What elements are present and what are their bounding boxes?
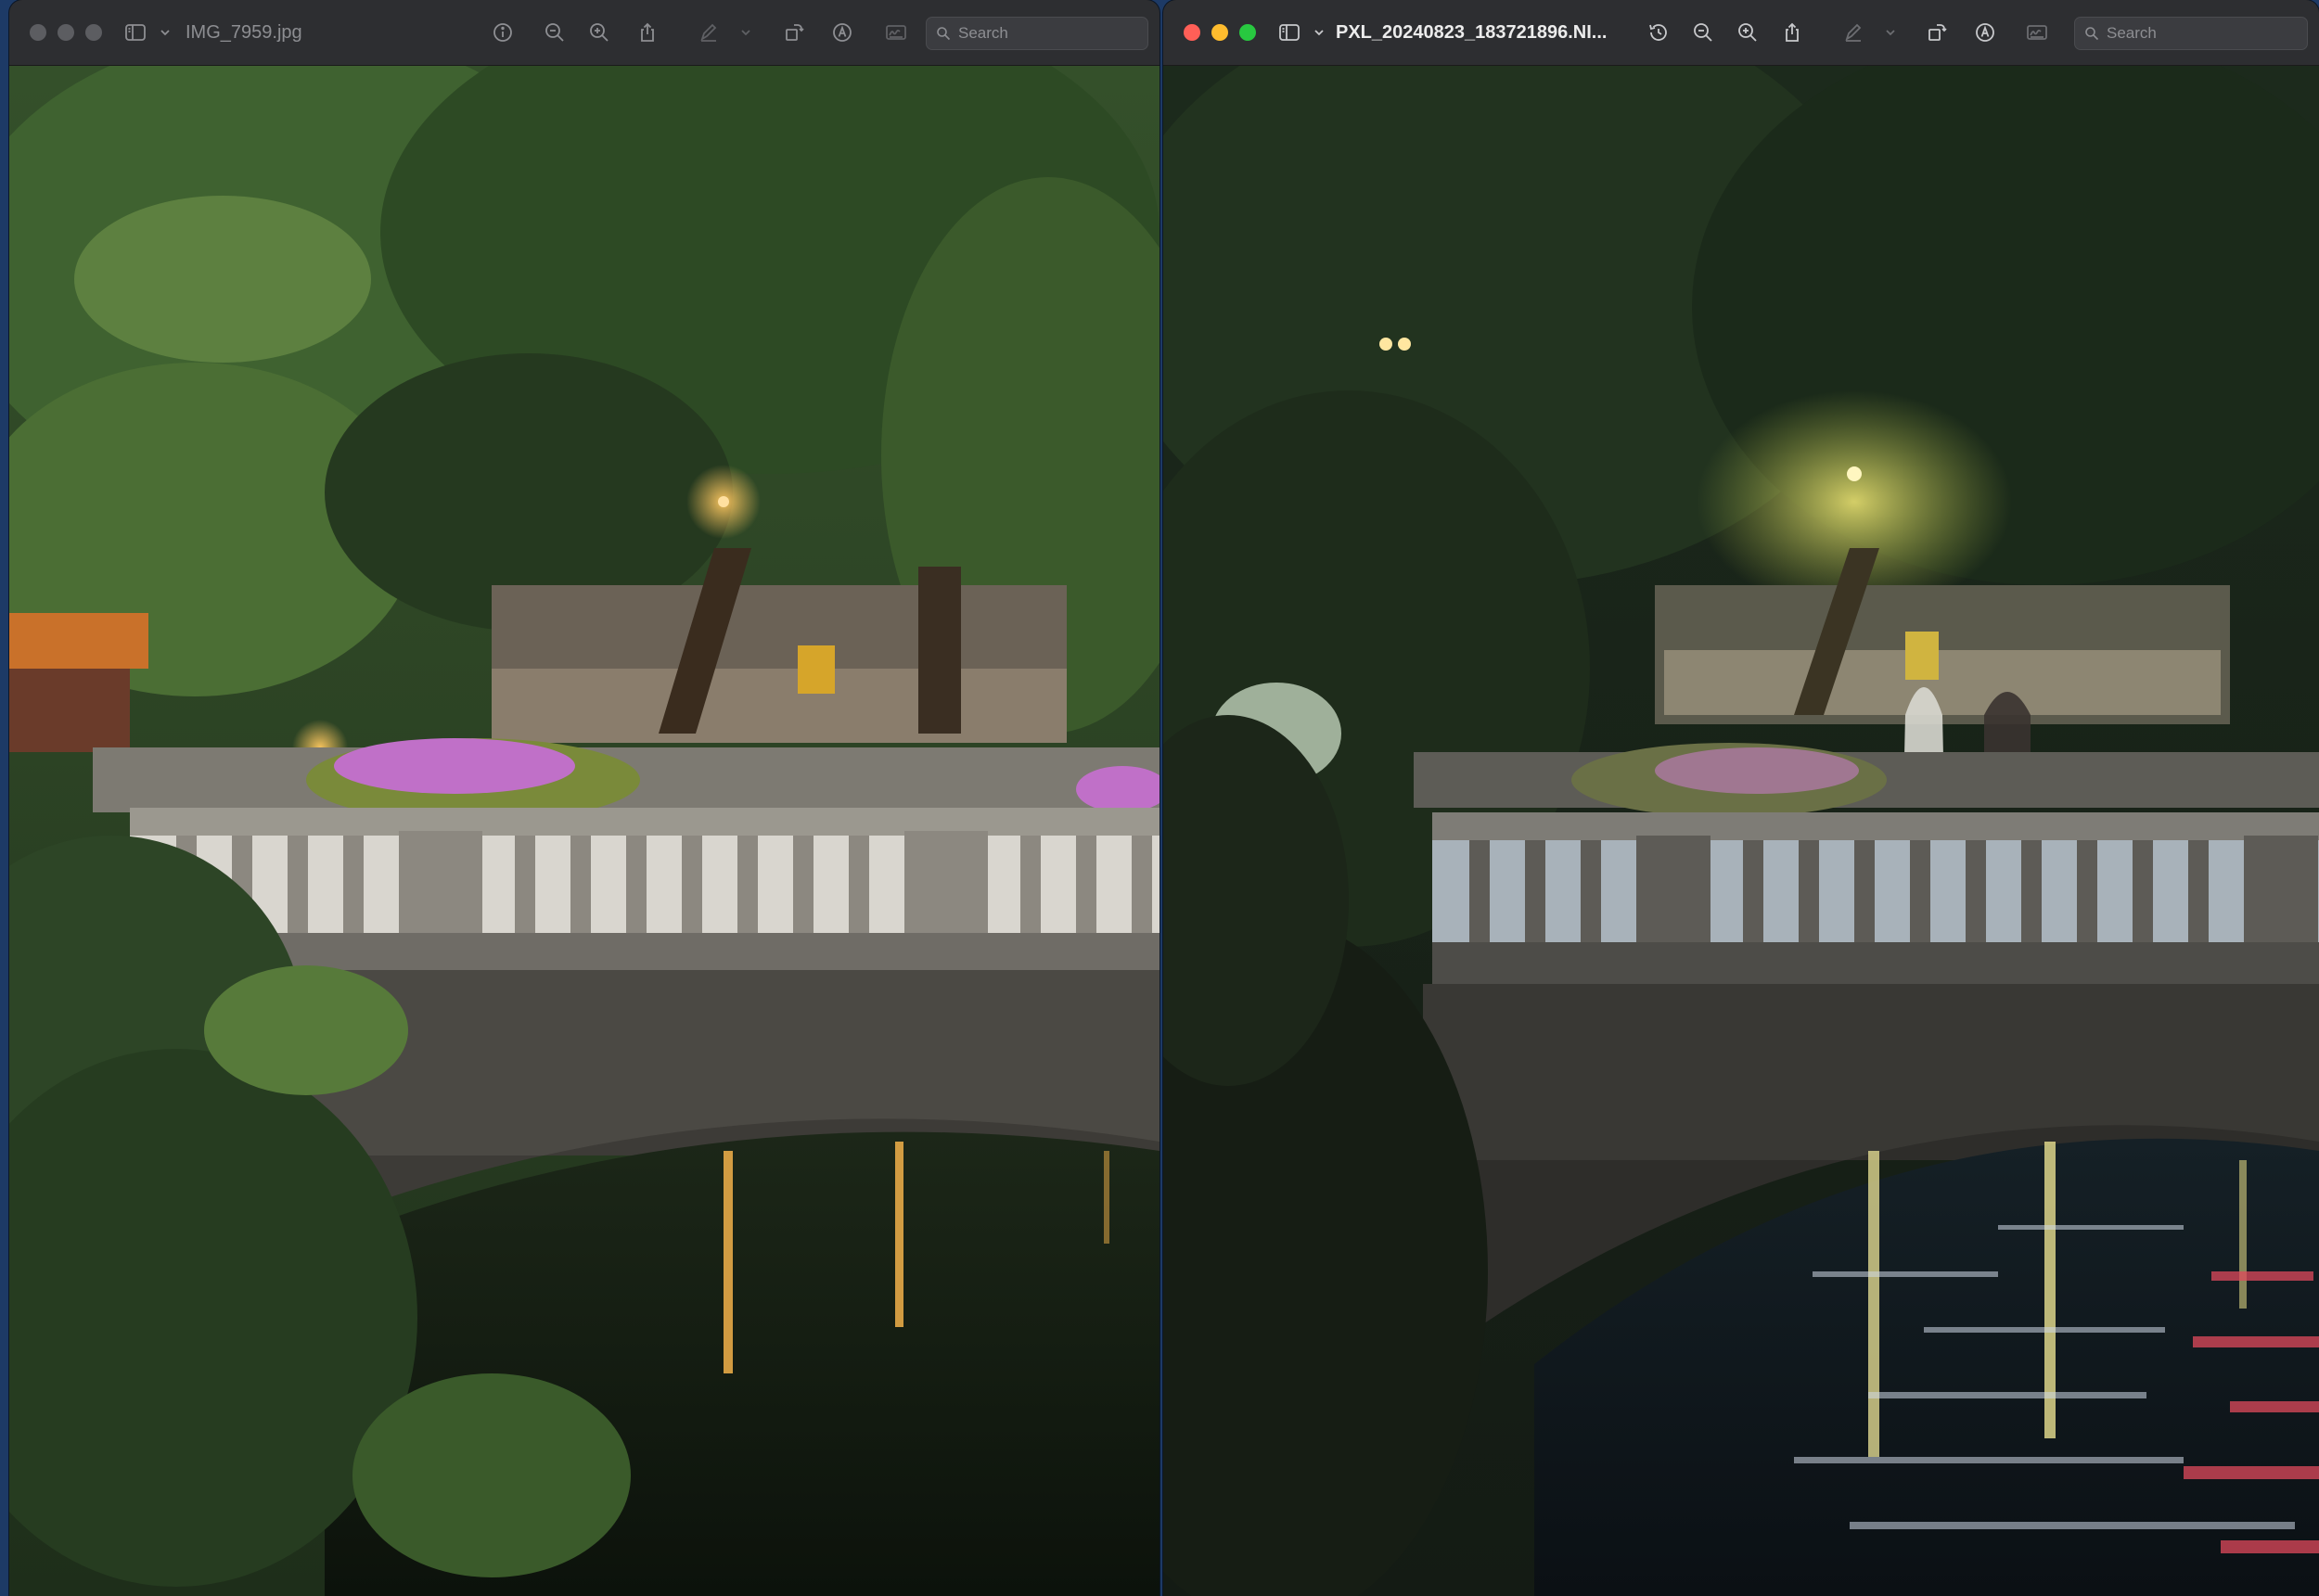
window-title: IMG_7959.jpg — [186, 21, 302, 43]
signature-icon[interactable] — [881, 0, 911, 65]
share-icon[interactable] — [1777, 0, 1807, 65]
history-icon[interactable] — [1644, 0, 1673, 65]
chevron-down-icon[interactable] — [1881, 0, 1900, 65]
search-icon — [937, 27, 951, 41]
rotate-icon[interactable] — [1922, 0, 1952, 65]
zoom-out-icon[interactable] — [540, 0, 570, 65]
window-controls-right — [1184, 0, 1256, 65]
annotate-icon[interactable] — [1970, 0, 2000, 65]
window-title: PXL_20240823_183721896.NI... — [1336, 21, 1608, 43]
markup-pen-icon[interactable] — [1839, 0, 1868, 65]
markup-pen-icon[interactable] — [694, 0, 724, 65]
search-field[interactable] — [926, 17, 1148, 50]
close-button[interactable] — [30, 24, 46, 41]
zoom-in-icon[interactable] — [584, 0, 614, 65]
signature-icon[interactable] — [2022, 0, 2052, 65]
minimize-button[interactable] — [58, 24, 74, 41]
title-bar-right: PXL_20240823_183721896.NI... — [1163, 0, 2319, 66]
search-field[interactable] — [2074, 17, 2308, 50]
sidebar-icon[interactable] — [1275, 0, 1304, 65]
search-input[interactable] — [2107, 18, 2301, 49]
zoom-out-icon[interactable] — [1688, 0, 1718, 65]
image-canvas-left — [9, 66, 1160, 1596]
window-controls-left — [30, 0, 102, 65]
preview-window-right: PXL_20240823_183721896.NI... — [1163, 0, 2319, 1596]
photo-bridge-dusk — [9, 66, 1160, 1596]
title-bar-left: IMG_7959.jpg — [9, 0, 1160, 66]
preview-window-left: IMG_7959.jpg — [9, 0, 1160, 1596]
photo-bridge-night — [1163, 66, 2319, 1596]
sidebar-icon[interactable] — [121, 0, 150, 65]
chevron-down-icon[interactable] — [1310, 0, 1328, 65]
minimize-button[interactable] — [1211, 24, 1228, 41]
zoom-in-icon[interactable] — [1733, 0, 1762, 65]
chevron-down-icon[interactable] — [737, 0, 755, 65]
chevron-down-icon[interactable] — [156, 0, 174, 65]
search-input[interactable] — [958, 18, 1142, 49]
annotate-icon[interactable] — [827, 0, 857, 65]
image-canvas-right — [1163, 66, 2319, 1596]
search-icon — [2085, 27, 2099, 41]
rotate-icon[interactable] — [779, 0, 809, 65]
close-button[interactable] — [1184, 24, 1200, 41]
zoom-button[interactable] — [1239, 24, 1256, 41]
info-icon[interactable] — [488, 0, 518, 65]
share-icon[interactable] — [633, 0, 662, 65]
zoom-button[interactable] — [85, 24, 102, 41]
